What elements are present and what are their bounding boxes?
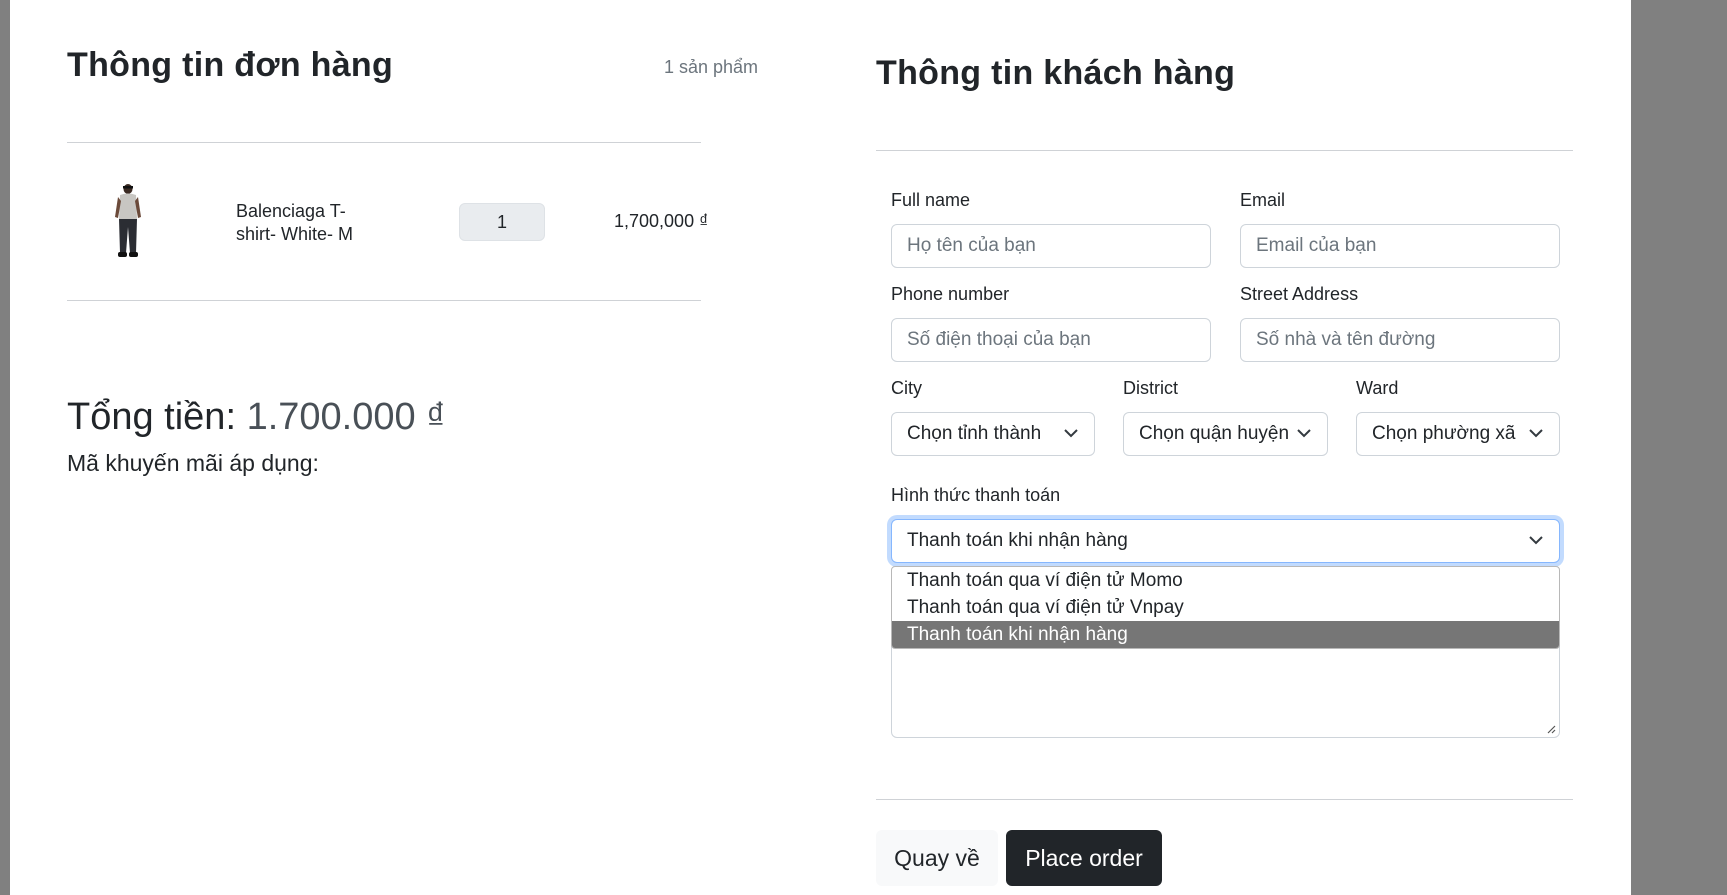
customer-info-title: Thông tin khách hàng	[876, 54, 1236, 92]
ward-select[interactable]: Chọn phường xã	[1356, 412, 1560, 456]
divider	[67, 142, 701, 143]
item-count: 1 sản phẩm	[663, 57, 758, 77]
product-image	[115, 184, 141, 257]
payment-method-select[interactable]: Thanh toán khi nhận hàng	[891, 519, 1560, 563]
promo-code-label: Mã khuyến mãi áp dụng:	[67, 450, 319, 476]
payment-option-cod[interactable]: Thanh toán khi nhận hàng	[892, 621, 1559, 648]
ward-select-value: Chọn phường xã	[1372, 423, 1516, 444]
chevron-down-icon	[1529, 536, 1543, 545]
city-select[interactable]: Chọn tỉnh thành	[891, 412, 1095, 456]
order-info-title: Thông tin đơn hàng	[67, 46, 394, 84]
street-address-label: Street Address	[1240, 284, 1359, 304]
street-address-input[interactable]: Số nhà và tên đường	[1240, 318, 1560, 362]
resize-handle-icon[interactable]	[1546, 724, 1556, 734]
back-button[interactable]: Quay về	[876, 830, 998, 886]
product-name: Balenciaga T-shirt- White- M	[236, 201, 353, 244]
payment-option-vnpay[interactable]: Thanh toán qua ví điện tử Vnpay	[892, 594, 1559, 621]
total-amount: 1.700.000 ₫	[246, 396, 446, 438]
payment-method-value: Thanh toán khi nhận hàng	[907, 530, 1128, 551]
district-select[interactable]: Chọn quận huyện	[1123, 412, 1328, 456]
product-price: 1,700,000 ₫	[614, 211, 709, 231]
phone-input[interactable]: Số điện thoại của bạn	[891, 318, 1211, 362]
district-select-value: Chọn quận huyện	[1139, 423, 1290, 444]
city-label: City	[891, 378, 922, 398]
payment-option-momo[interactable]: Thanh toán qua ví điện tử Momo	[892, 567, 1559, 594]
chevron-down-icon	[1297, 429, 1311, 438]
email-input[interactable]: Email của bạn	[1240, 224, 1560, 268]
divider	[876, 150, 1573, 151]
full-name-input[interactable]: Họ tên của bạn	[891, 224, 1211, 268]
divider	[67, 300, 701, 301]
full-name-label: Full name	[891, 190, 971, 210]
place-order-button[interactable]: Place order	[1006, 830, 1162, 886]
total-label: Tổng tiền:	[67, 396, 236, 438]
email-label: Email	[1240, 190, 1286, 210]
checkout-page: Thông tin đơn hàng 1 sản phẩm Balenciaga…	[10, 0, 1631, 895]
district-label: District	[1123, 378, 1178, 398]
ward-label: Ward	[1356, 378, 1399, 398]
quantity-field[interactable]: 1	[459, 203, 545, 241]
payment-method-label: Hình thức thanh toán	[891, 485, 1061, 505]
chevron-down-icon	[1064, 429, 1078, 438]
order-total: Tổng tiền: 1.700.000 ₫	[67, 396, 446, 439]
payment-method-dropdown: Thanh toán qua ví điện tử Momo Thanh toá…	[891, 566, 1560, 649]
phone-label: Phone number	[891, 284, 1010, 304]
divider	[876, 799, 1573, 800]
city-select-value: Chọn tỉnh thành	[907, 423, 1042, 444]
chevron-down-icon	[1529, 429, 1543, 438]
